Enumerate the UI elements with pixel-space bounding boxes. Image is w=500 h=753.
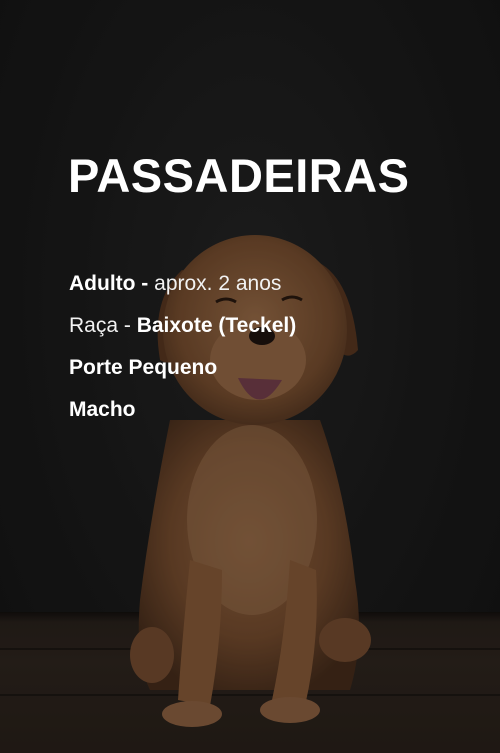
adoption-card: PASSADEIRAS Adulto - aprox. 2 anos Raça … <box>0 0 500 753</box>
dog-info: Adulto - aprox. 2 anos Raça - Baixote (T… <box>69 268 296 436</box>
age-label: Adulto - <box>69 272 149 295</box>
page-title: PASSADEIRAS <box>68 149 410 202</box>
age-line: Adulto - aprox. 2 anos <box>69 268 296 310</box>
breed-label: Raça - <box>69 314 131 337</box>
sex-line: Macho <box>69 398 136 421</box>
age-value: aprox. 2 anos <box>154 272 282 295</box>
size-line: Porte Pequeno <box>69 356 218 379</box>
breed-value: Baixote (Teckel) <box>136 314 297 337</box>
breed-line: Raça - Baixote (Teckel) <box>69 310 296 352</box>
